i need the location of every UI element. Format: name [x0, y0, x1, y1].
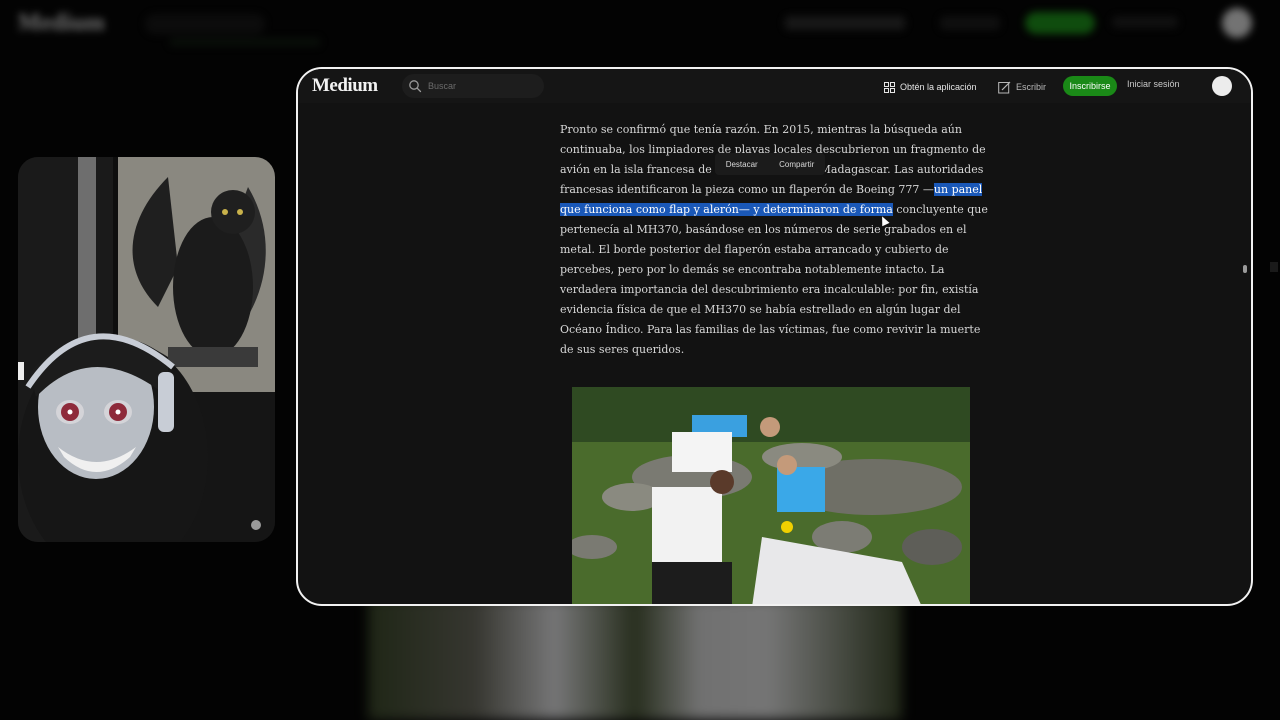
- write-icon: [998, 81, 1011, 93]
- app-grid-icon: [884, 81, 895, 93]
- background-login-link: [1112, 16, 1178, 28]
- write-label: Escribir: [1016, 82, 1047, 92]
- background-signup-button: [1025, 12, 1095, 34]
- article-text-after: concluyente que pertenecía al MH370, bas…: [560, 203, 988, 356]
- background-avatar: [1222, 8, 1252, 38]
- top-navbar: Medium Obtén la aplicación Escribir: [298, 69, 1251, 103]
- background-subline: [170, 38, 320, 46]
- background-scroll-marker: [1270, 262, 1278, 272]
- get-app-link[interactable]: Obtén la aplicación: [884, 79, 977, 95]
- background-photo: [368, 598, 902, 720]
- webcam-feed: [18, 157, 275, 542]
- background-search: [145, 14, 265, 34]
- signup-button[interactable]: Inscribirse: [1063, 76, 1117, 96]
- article-photo-illustration: [572, 387, 970, 604]
- get-app-label: Obtén la aplicación: [900, 82, 977, 92]
- background-logo: Medium: [18, 10, 105, 36]
- selection-popup: Destacar Compartir: [715, 153, 825, 175]
- background-write-link: [940, 16, 1000, 30]
- browser-window: Medium Obtén la aplicación Escribir: [296, 67, 1253, 606]
- background-app-link: [785, 16, 905, 30]
- medium-logo[interactable]: Medium: [312, 75, 378, 97]
- login-link[interactable]: Iniciar sesión: [1127, 79, 1180, 89]
- search-input[interactable]: [428, 77, 538, 95]
- webcam-overlay: [18, 157, 275, 542]
- search-icon: [409, 80, 422, 93]
- search-box[interactable]: [402, 74, 544, 98]
- avatar[interactable]: [1212, 76, 1232, 96]
- page-scrollbar[interactable]: [1243, 265, 1247, 273]
- write-link[interactable]: Escribir: [998, 79, 1046, 95]
- article-photo: [572, 387, 970, 604]
- share-button[interactable]: Compartir: [779, 160, 814, 169]
- highlight-button[interactable]: Destacar: [726, 160, 758, 169]
- background-topbar: Medium: [0, 0, 1280, 50]
